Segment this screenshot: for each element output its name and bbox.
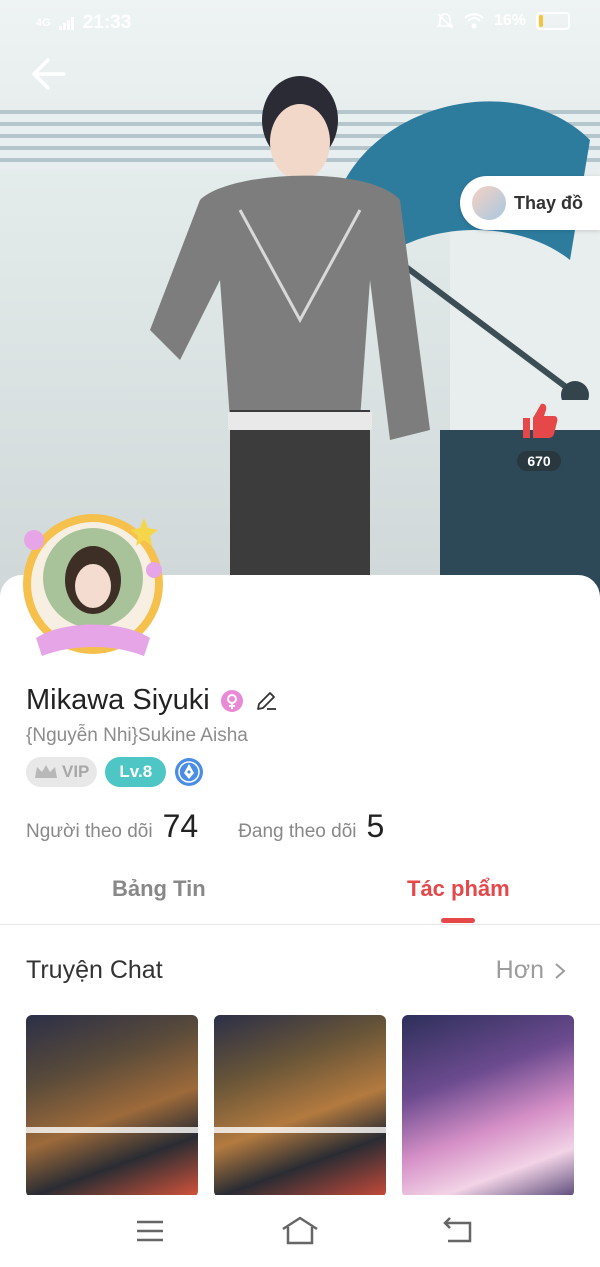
- story-thumbnail[interactable]: [26, 1015, 198, 1197]
- following-label[interactable]: Đang theo dõi: [238, 821, 356, 843]
- story-thumbnail[interactable]: [214, 1015, 386, 1197]
- battery-percent: 16%: [493, 12, 526, 29]
- network-type: 4G: [36, 17, 51, 29]
- chevron-right-icon: [555, 962, 566, 979]
- change-outfit-label: Thay đồ: [514, 192, 584, 213]
- signal-icon: [58, 17, 74, 30]
- story-thumbnail-list: [26, 1015, 574, 1197]
- thumbnail-divider: [214, 1127, 386, 1133]
- more-label: Hơn: [495, 956, 544, 984]
- character-figure: [150, 76, 430, 600]
- active-tab-indicator: [441, 918, 475, 923]
- profile-subtitle: {Nguyễn Nhi}Sukine Aisha: [26, 725, 248, 746]
- stats-row: Người theo dõi 74 Đang theo dõi 5: [26, 808, 424, 845]
- back-nav-icon[interactable]: [440, 1213, 476, 1249]
- pen-nib-badge-icon[interactable]: [174, 757, 204, 787]
- tab-feed[interactable]: Bảng Tin: [112, 876, 206, 902]
- home-icon[interactable]: [280, 1213, 320, 1249]
- change-outfit-button[interactable]: Thay đồ: [460, 176, 600, 230]
- like-count: 670: [517, 451, 561, 471]
- avatar[interactable]: [14, 510, 172, 668]
- profile-name: Mikawa Siyuki: [26, 684, 210, 716]
- female-icon: [220, 689, 243, 712]
- like-button[interactable]: 670: [508, 400, 570, 471]
- menu-icon[interactable]: [132, 1213, 168, 1249]
- battery-icon: [536, 12, 570, 30]
- more-link[interactable]: Hơn: [496, 956, 566, 985]
- mute-icon: [436, 13, 454, 29]
- pencil-icon[interactable]: [254, 689, 278, 713]
- profile-tabs: Bảng Tin Tác phẩm: [0, 862, 600, 925]
- badge-row: VIP Lv.8: [26, 757, 204, 787]
- story-thumbnail[interactable]: [402, 1015, 574, 1197]
- system-nav-bar: [0, 1195, 600, 1267]
- followers-label[interactable]: Người theo dõi: [26, 821, 153, 843]
- thumbnail-divider: [26, 1127, 198, 1133]
- tab-works[interactable]: Tác phẩm: [407, 876, 510, 902]
- crown-icon: [35, 765, 57, 778]
- wifi-icon: [464, 13, 484, 29]
- profile-name-row: Mikawa Siyuki: [26, 684, 278, 717]
- followers-count[interactable]: 74: [163, 808, 199, 845]
- arrow-left-icon[interactable]: [28, 54, 68, 94]
- level-badge[interactable]: Lv.8: [105, 757, 167, 787]
- vip-badge[interactable]: VIP: [26, 757, 98, 787]
- status-bar: 4G 21:33 16%: [0, 0, 600, 46]
- clock: 21:33: [82, 12, 132, 33]
- following-count[interactable]: 5: [367, 808, 385, 845]
- vip-label: VIP: [62, 762, 90, 781]
- thumbs-up-icon: [523, 403, 558, 438]
- outfit-avatar-icon: [472, 186, 506, 220]
- level-label: Lv.8: [119, 762, 153, 781]
- battery-level: [539, 15, 543, 27]
- section-title: Truyện Chat: [26, 956, 163, 984]
